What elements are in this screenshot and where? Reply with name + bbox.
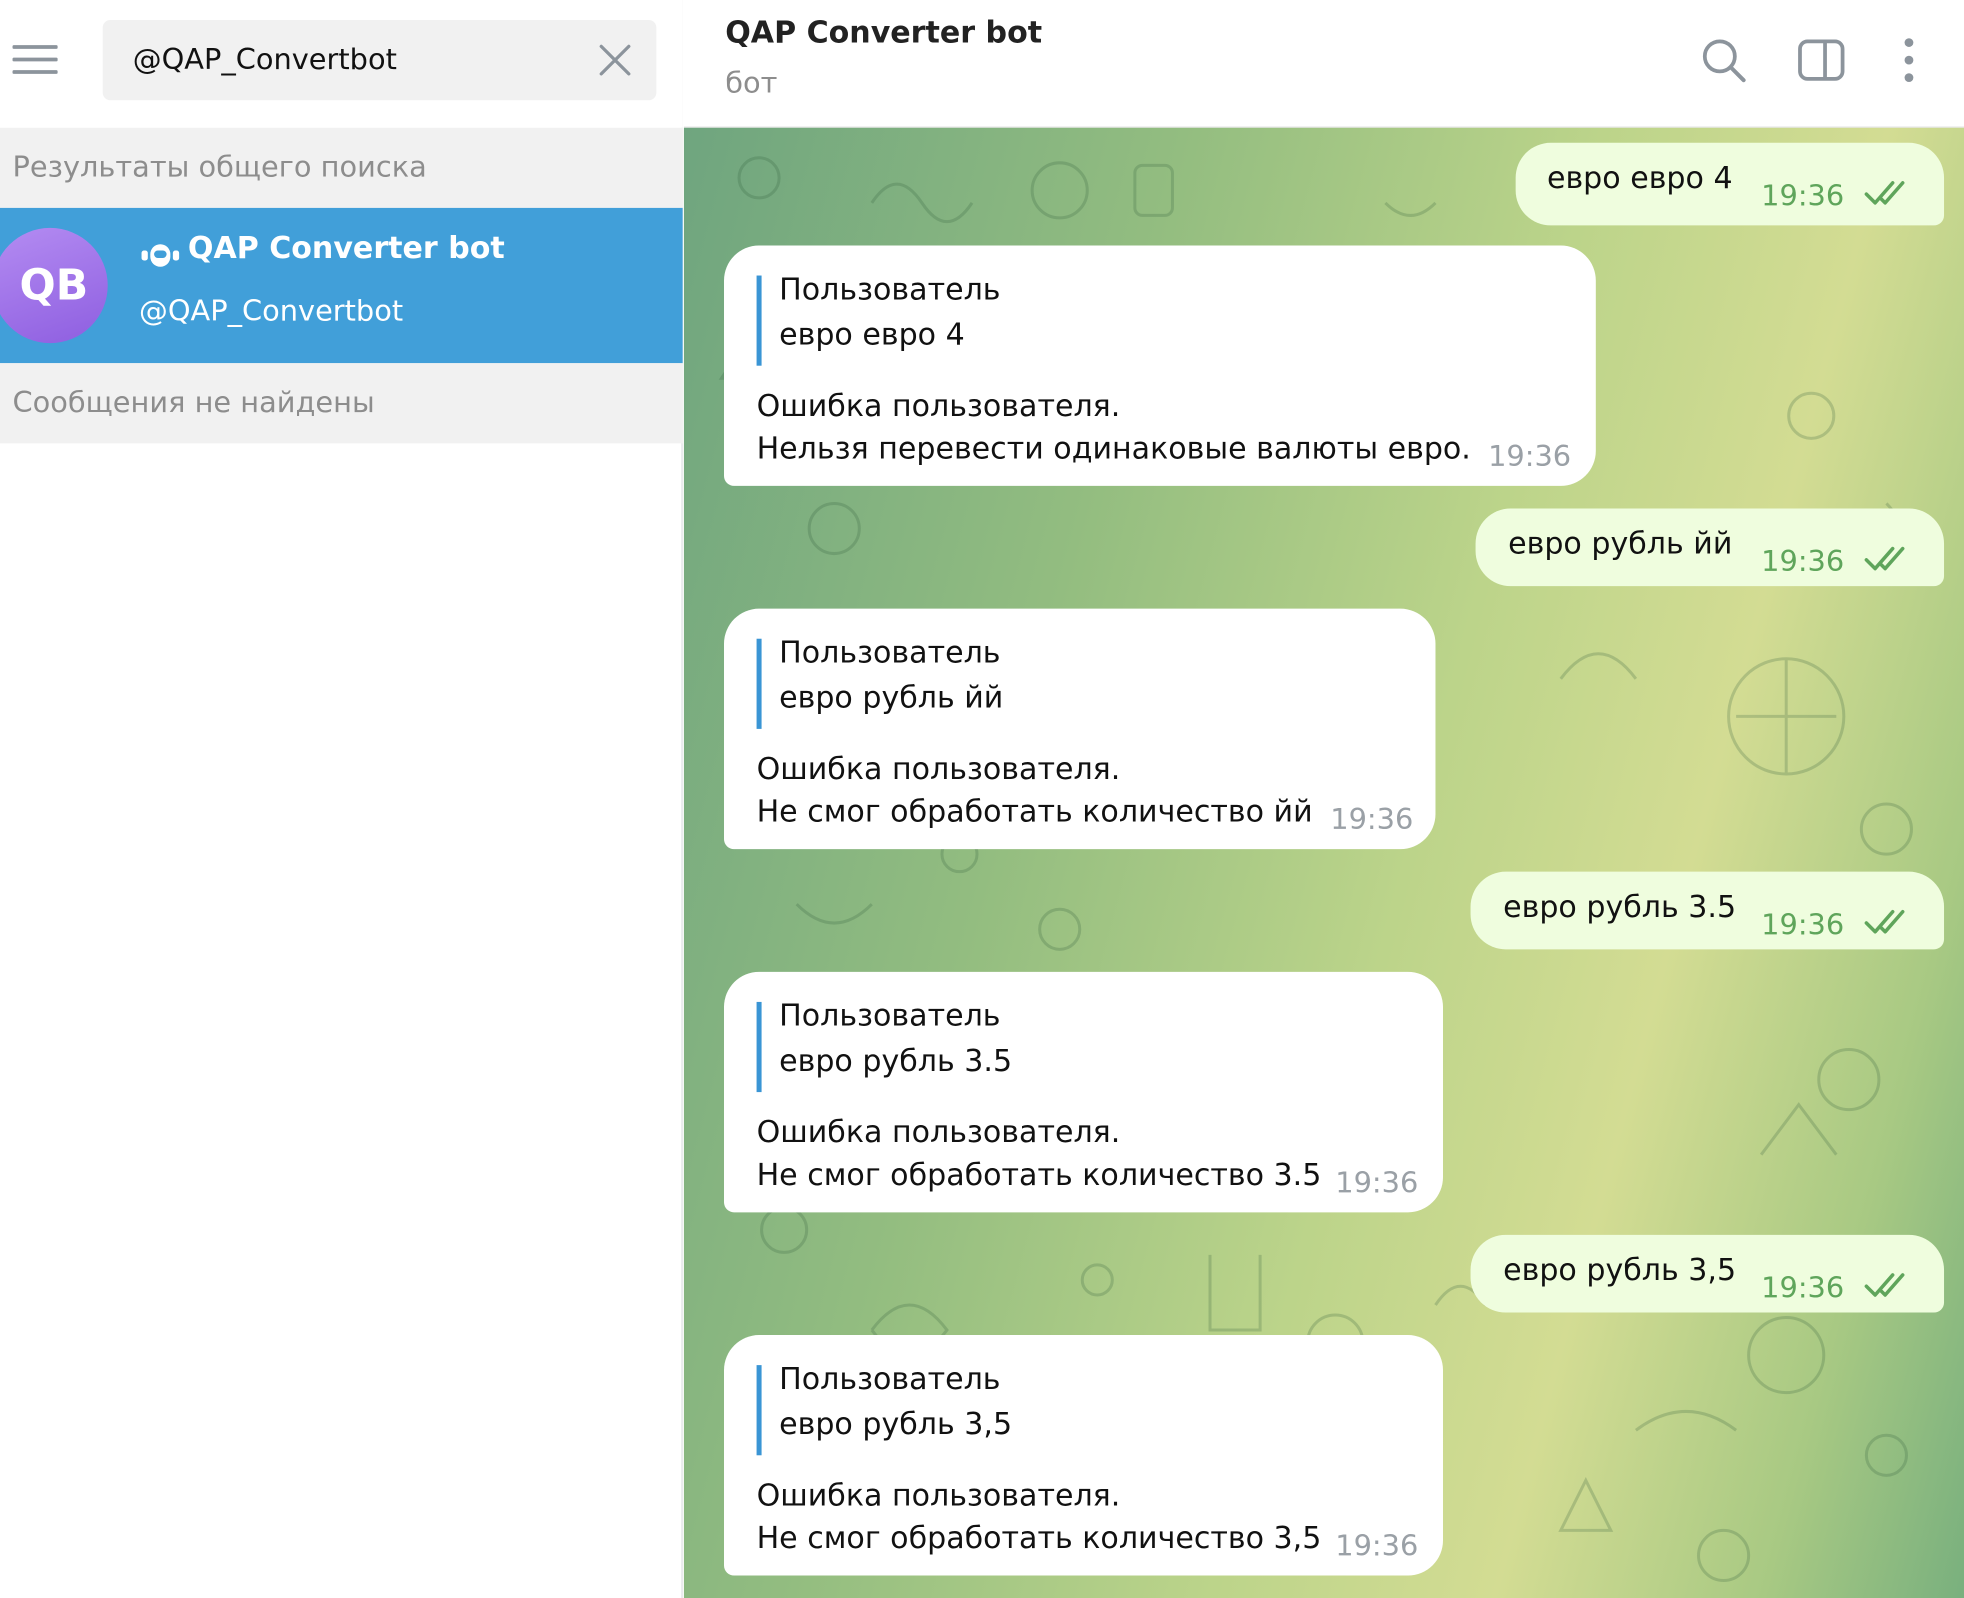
double-check-icon	[1864, 181, 1905, 205]
messages-not-found-header: Сообщения не найдены	[0, 363, 683, 444]
reply-quote[interactable]: Пользователь евро евро 4	[756, 272, 1001, 366]
message-text-line: Ошибка пользователя.	[756, 1477, 1121, 1513]
search-bar-area	[0, 0, 683, 128]
left-panel: Результаты общего поиска QB QAP Converte…	[0, 0, 683, 1598]
outgoing-message[interactable]: евро евро 4 19:36	[1515, 142, 1945, 226]
search-box	[102, 20, 657, 101]
double-check-icon	[1864, 909, 1905, 934]
bot-icon	[141, 244, 180, 267]
quote-text: евро рубль 3,5	[779, 1406, 1013, 1442]
message-text-line: Ошибка пользователя.	[756, 1114, 1121, 1150]
message-text: евро рубль 3,5	[1503, 1252, 1737, 1288]
message-text-line: Ошибка пользователя.	[756, 751, 1121, 787]
outgoing-message[interactable]: евро рубль йй 19:36	[1475, 508, 1945, 587]
chat-area: евро евро 4 19:36 Пользователь евро евро…	[683, 127, 1964, 1598]
chat-header: QAP Converter bot бот	[683, 0, 1964, 128]
search-input[interactable]	[132, 20, 584, 101]
sidebar-toggle-icon[interactable]	[1796, 35, 1846, 85]
quote-author: Пользователь	[779, 634, 1001, 671]
message-text-line: Не смог обработать количество йй	[756, 794, 1313, 830]
message-time: 19:36	[1335, 1530, 1419, 1563]
message-time: 19:36	[1761, 1272, 1845, 1306]
message-text-line: Нельзя перевести одинаковые валюты евро.	[756, 430, 1471, 466]
message-time: 19:36	[1335, 1167, 1419, 1200]
quote-author: Пользователь	[779, 271, 1001, 307]
incoming-message[interactable]: Пользователь евро рубль 3,5 Ошибка польз…	[724, 1335, 1443, 1576]
reply-quote[interactable]: Пользователь евро рубль 3.5	[756, 998, 1013, 1093]
message-text: евро евро 4	[1546, 160, 1733, 196]
quote-text: евро рубль йй	[779, 680, 1004, 716]
message-text: евро рубль йй	[1508, 526, 1733, 562]
outgoing-message[interactable]: евро рубль 3,5 19:36	[1470, 1234, 1945, 1313]
incoming-message[interactable]: Пользователь евро рубль 3.5 Ошибка польз…	[724, 971, 1443, 1213]
menu-icon[interactable]	[10, 38, 60, 81]
incoming-message[interactable]: Пользователь евро рубль йй Ошибка пользо…	[724, 608, 1436, 850]
double-check-icon	[1864, 1273, 1905, 1297]
message-time: 19:36	[1488, 440, 1572, 474]
result-name: QAP Converter bot	[187, 230, 505, 266]
message-time: 19:36	[1761, 180, 1845, 213]
search-icon[interactable]	[1699, 35, 1749, 85]
quote-author: Пользователь	[779, 1361, 1001, 1397]
reply-quote[interactable]: Пользователь евро рубль 3,5	[756, 1361, 1013, 1456]
message-time: 19:36	[1761, 546, 1845, 579]
incoming-message[interactable]: Пользователь евро евро 4 Ошибка пользова…	[724, 245, 1596, 486]
chat-subtitle: бот	[725, 67, 778, 101]
close-icon[interactable]	[596, 41, 634, 79]
quote-text: евро рубль 3.5	[779, 1043, 1013, 1079]
message-text-line: Не смог обработать количество 3,5	[756, 1520, 1322, 1556]
chat-title[interactable]: QAP Converter bot	[725, 15, 1042, 50]
double-check-icon	[1864, 546, 1905, 571]
quote-author: Пользователь	[779, 998, 1001, 1034]
quote-text: евро евро 4	[779, 316, 965, 352]
more-vertical-icon[interactable]	[1884, 35, 1934, 85]
message-time: 19:36	[1330, 804, 1414, 837]
global-results-header: Результаты общего поиска	[0, 127, 683, 208]
outgoing-message[interactable]: евро рубль 3.5 19:36	[1470, 871, 1945, 950]
message-text: евро рубль 3.5	[1503, 889, 1737, 925]
message-text-line: Не смог обработать количество 3.5	[756, 1157, 1322, 1193]
reply-quote[interactable]: Пользователь евро рубль йй	[756, 635, 1004, 729]
result-username: @QAP_Convertbot	[139, 295, 404, 329]
message-text-line: Ошибка пользователя.	[756, 388, 1121, 424]
message-time: 19:36	[1761, 909, 1845, 942]
avatar: QB	[0, 227, 108, 344]
